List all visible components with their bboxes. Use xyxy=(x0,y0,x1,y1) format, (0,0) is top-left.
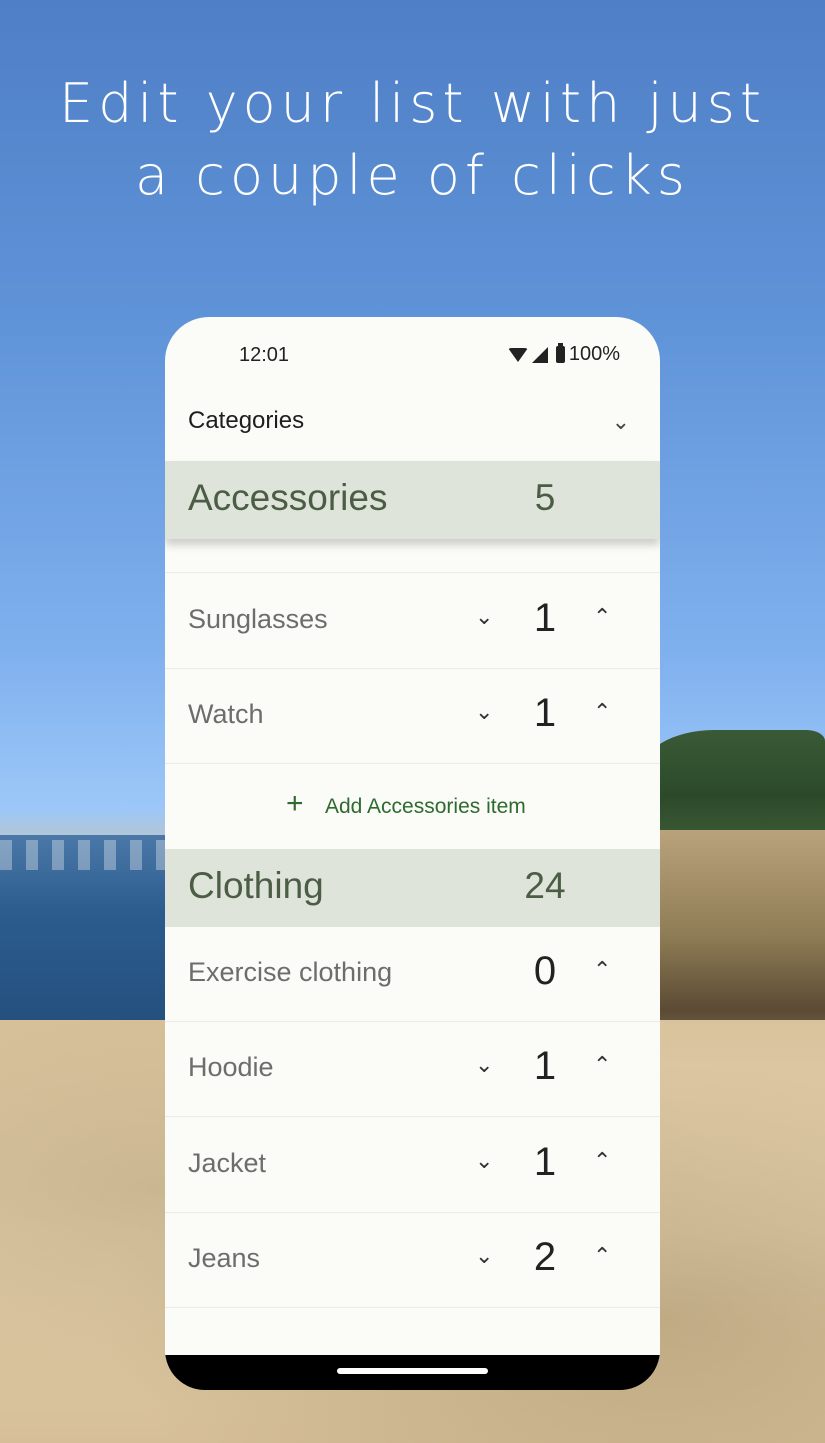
item-name: Jeans xyxy=(188,1243,261,1273)
trees xyxy=(640,730,825,840)
categories-dropdown[interactable]: Categories ⌄ xyxy=(165,393,660,461)
increment-icon[interactable]: ⌃ xyxy=(593,604,611,630)
increment-icon[interactable]: ⌃ xyxy=(593,1052,611,1078)
category-header-accessories[interactable]: Accessories 5 xyxy=(165,461,660,539)
wifi-icon xyxy=(507,347,528,362)
item-name: Hoodie xyxy=(188,1052,274,1082)
decrement-icon[interactable]: ⌄ xyxy=(475,1148,493,1174)
decrement-icon[interactable]: ⌄ xyxy=(475,604,493,630)
decrement-icon[interactable]: ⌄ xyxy=(475,1243,493,1269)
increment-icon[interactable]: ⌃ xyxy=(593,957,611,983)
promo-headline: Edit your list with just a couple of cli… xyxy=(0,68,825,212)
chevron-down-icon: ⌄ xyxy=(611,409,630,434)
list-item: Watch ⌄ 1 ⌃ xyxy=(165,669,660,764)
list-item: Jeans ⌄ 2 ⌃ xyxy=(165,1213,660,1308)
list-item: Jacket ⌄ 1 ⌃ xyxy=(165,1118,660,1213)
add-item-button[interactable]: + Add Accessories item xyxy=(165,765,660,849)
list-item: Hoodie ⌄ 1 ⌃ xyxy=(165,1022,660,1117)
item-quantity: 2 xyxy=(533,1235,557,1279)
category-name: Accessories xyxy=(188,477,388,518)
item-quantity: 1 xyxy=(533,1140,557,1184)
increment-icon[interactable]: ⌃ xyxy=(593,1148,611,1174)
list-item: Sunglasses ⌄ 1 ⌃ xyxy=(165,574,660,669)
item-quantity: 1 xyxy=(533,1044,557,1088)
headline-line-2: a couple of clicks xyxy=(135,144,690,207)
home-indicator[interactable] xyxy=(337,1368,488,1374)
item-name: Watch xyxy=(188,699,264,729)
category-name: Clothing xyxy=(188,865,324,906)
signal-icon xyxy=(531,346,548,363)
surf xyxy=(0,840,170,870)
phone-screen: 12:01 100% Categories ⌄ Accessories 5 Su… xyxy=(165,317,660,1390)
item-name: Sunglasses xyxy=(188,604,328,634)
item-quantity: 1 xyxy=(533,691,557,735)
item-name: Jacket xyxy=(188,1148,267,1178)
dropdown-label: Categories xyxy=(188,407,305,434)
headline-line-1: Edit your list with just xyxy=(58,72,767,135)
item-quantity: 0 xyxy=(533,949,557,993)
gesture-nav-bar xyxy=(165,1355,660,1390)
item-name: Exercise clothing xyxy=(188,957,393,987)
status-time: 12:01 xyxy=(239,344,290,366)
add-item-label: Add Accessories item xyxy=(325,795,526,818)
increment-icon[interactable]: ⌃ xyxy=(593,699,611,725)
decrement-icon[interactable]: ⌄ xyxy=(475,1052,493,1078)
category-header-clothing[interactable]: Clothing 24 xyxy=(165,849,660,927)
battery-icon xyxy=(555,343,565,363)
plus-icon: + xyxy=(286,787,304,820)
category-count: 24 xyxy=(524,865,566,906)
list-item: Exercise clothing 0 ⌃ xyxy=(165,927,660,1022)
category-count: 5 xyxy=(534,477,556,518)
battery-percent: 100% xyxy=(568,343,620,365)
item-quantity: 1 xyxy=(533,596,557,640)
status-icons: 100% xyxy=(507,343,620,366)
decrement-icon[interactable]: ⌄ xyxy=(475,699,493,725)
increment-icon[interactable]: ⌃ xyxy=(593,1243,611,1269)
status-bar: 12:01 100% xyxy=(165,317,660,393)
